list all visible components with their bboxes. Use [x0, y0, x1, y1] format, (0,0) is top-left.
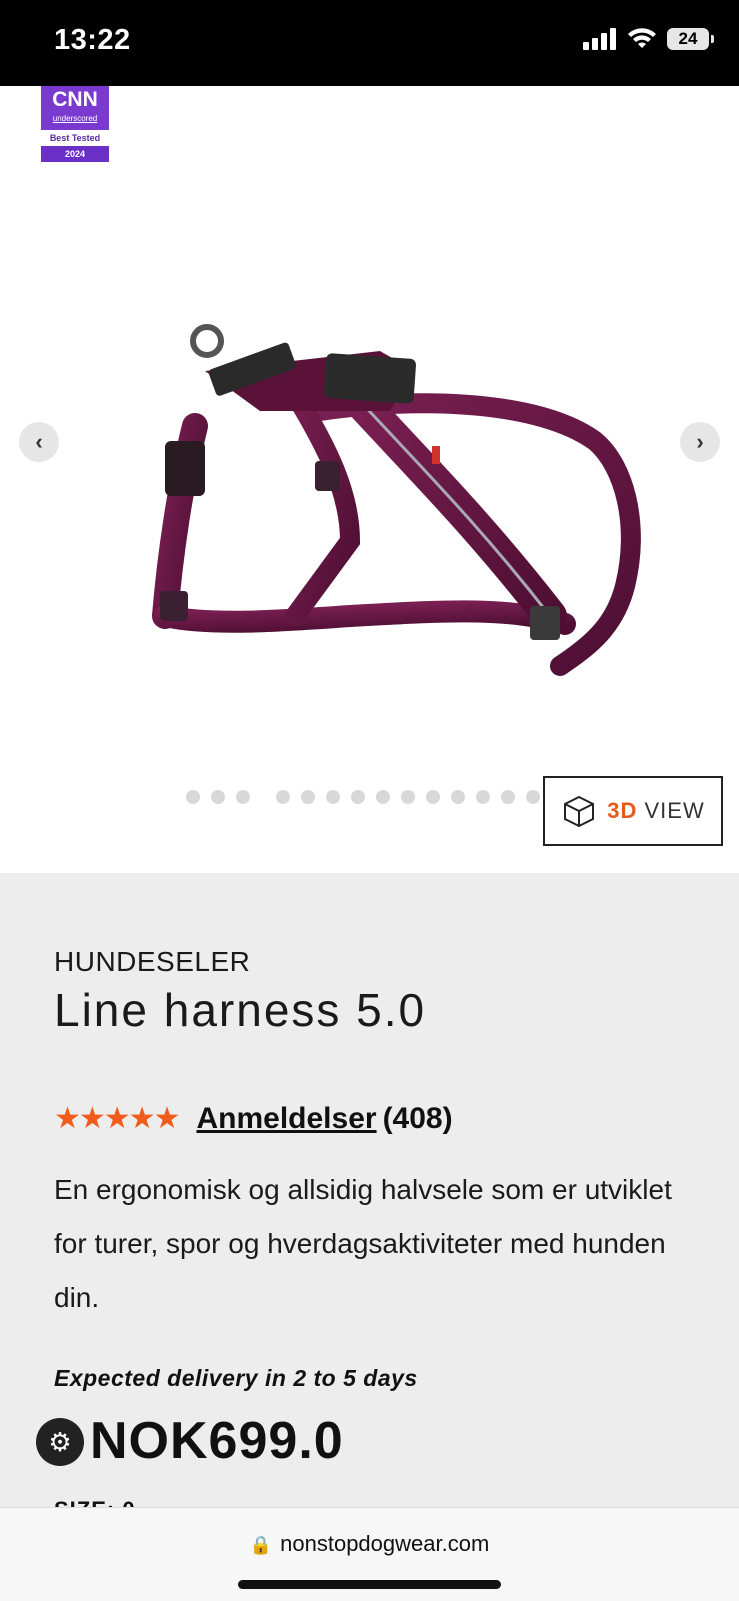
3d-label: 3D — [607, 798, 638, 823]
gallery-dot[interactable] — [276, 790, 290, 804]
gallery-dot[interactable] — [451, 790, 465, 804]
address-bar[interactable]: 🔒 nonstopdogwear.com — [0, 1531, 739, 1557]
browser-bottom-bar: 🔒 nonstopdogwear.com — [0, 1507, 739, 1601]
gallery-next-button[interactable]: › — [680, 422, 720, 462]
reviews-link[interactable]: Anmeldelser — [196, 1102, 376, 1136]
gallery-dot[interactable] — [326, 790, 340, 804]
product-gallery: CNN underscored Best Tested 2024 ‹ › 3D … — [0, 86, 739, 873]
gallery-dot[interactable] — [501, 790, 515, 804]
wifi-icon — [628, 28, 656, 48]
gallery-dot[interactable] — [301, 790, 315, 804]
product-image-harness[interactable] — [120, 226, 660, 726]
url-text: nonstopdogwear.com — [280, 1531, 490, 1556]
gallery-dot[interactable] — [426, 790, 440, 804]
reviews-count: (408) — [382, 1101, 453, 1135]
gallery-prev-button[interactable]: ‹ — [19, 422, 59, 462]
badge-logo: CNN underscored — [41, 86, 109, 130]
3d-view-button[interactable]: 3D VIEW — [543, 776, 723, 846]
size-label: SIZE: 0 — [54, 1497, 136, 1507]
gallery-dot[interactable] — [186, 790, 200, 804]
gallery-pagination — [186, 790, 551, 804]
gear-icon: ⚙ — [48, 1426, 72, 1457]
settings-gear-button[interactable]: ⚙ — [36, 1418, 84, 1466]
badge-line1: Best Tested — [41, 130, 109, 146]
chevron-right-icon: › — [696, 429, 704, 454]
product-price: NOK699.0 — [90, 1412, 344, 1470]
product-rating: ★★★★★ Anmeldelser (408) — [54, 1101, 453, 1136]
status-time: 13:22 — [54, 24, 131, 56]
badge-line2: 2024 — [41, 146, 109, 162]
gallery-dot[interactable] — [211, 790, 225, 804]
cnn-award-badge: CNN underscored Best Tested 2024 — [41, 86, 109, 163]
lock-icon: 🔒 — [249, 1535, 273, 1555]
home-indicator[interactable] — [238, 1580, 501, 1589]
chevron-left-icon: ‹ — [35, 429, 43, 454]
gallery-dot[interactable] — [401, 790, 415, 804]
gallery-dot[interactable] — [476, 790, 490, 804]
star-rating-icon: ★★★★★ — [54, 1102, 180, 1135]
gallery-dot[interactable] — [376, 790, 390, 804]
battery-icon: 24 — [667, 28, 714, 50]
product-description: En ergonomisk og allsidig halvsele som e… — [54, 1174, 672, 1313]
gallery-dot[interactable] — [351, 790, 365, 804]
cube-icon — [564, 795, 595, 828]
product-category[interactable]: HUNDESELER — [54, 946, 250, 978]
status-bar: 13:22 24 — [0, 0, 739, 86]
signal-icon — [583, 28, 616, 50]
gallery-dot[interactable] — [526, 790, 540, 804]
status-icons: 24 — [583, 28, 714, 50]
view-label: VIEW — [644, 798, 705, 823]
delivery-estimate: Expected delivery in 2 to 5 days — [54, 1365, 418, 1391]
gallery-dot[interactable] — [236, 790, 250, 804]
product-title: Line harness 5.0 — [54, 984, 427, 1036]
